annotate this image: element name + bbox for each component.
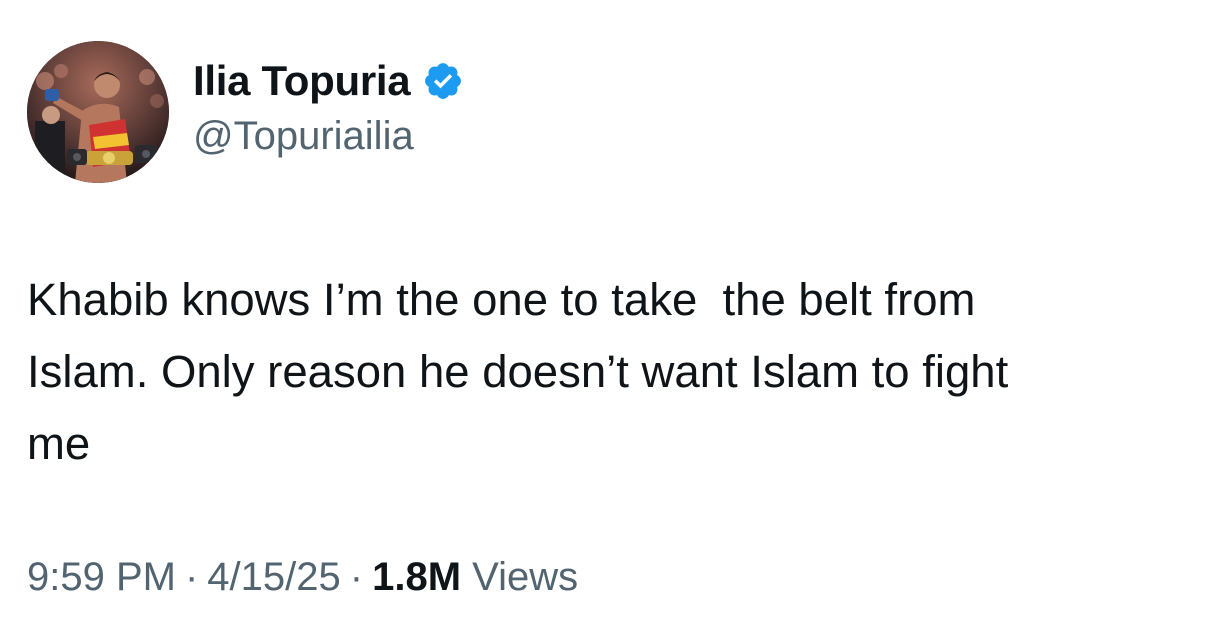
avatar[interactable]	[27, 41, 169, 183]
author-info: Ilia Topuria @Topuriailia	[193, 52, 464, 159]
views-count[interactable]: 1.8M	[372, 555, 461, 599]
display-name[interactable]: Ilia Topuria	[193, 57, 411, 105]
tweet-text-line: Islam. Only reason he doesn’t want Islam…	[27, 346, 1009, 397]
verified-badge-icon[interactable]	[422, 60, 464, 102]
tweet-meta: 9:59 PM · 4/15/25 · 1.8M Views	[27, 555, 578, 600]
user-handle[interactable]: @Topuriailia	[193, 114, 464, 159]
tweet-date[interactable]: 4/15/25	[207, 555, 340, 599]
tweet-card: Ilia Topuria @Topuriailia Khabib knows I…	[0, 0, 1232, 630]
name-row: Ilia Topuria	[193, 52, 464, 110]
meta-separator: ·	[184, 555, 199, 599]
tweet-body: Khabib knows I’m the one to take the bel…	[27, 264, 1212, 480]
tweet-time[interactable]: 9:59 PM	[27, 555, 176, 599]
avatar-photo	[27, 41, 169, 183]
tweet-text-line: me	[27, 418, 91, 469]
meta-separator: ·	[349, 555, 364, 599]
tweet-text-line: Khabib knows I’m the one to take the bel…	[27, 274, 976, 325]
views-label: Views	[472, 555, 579, 599]
